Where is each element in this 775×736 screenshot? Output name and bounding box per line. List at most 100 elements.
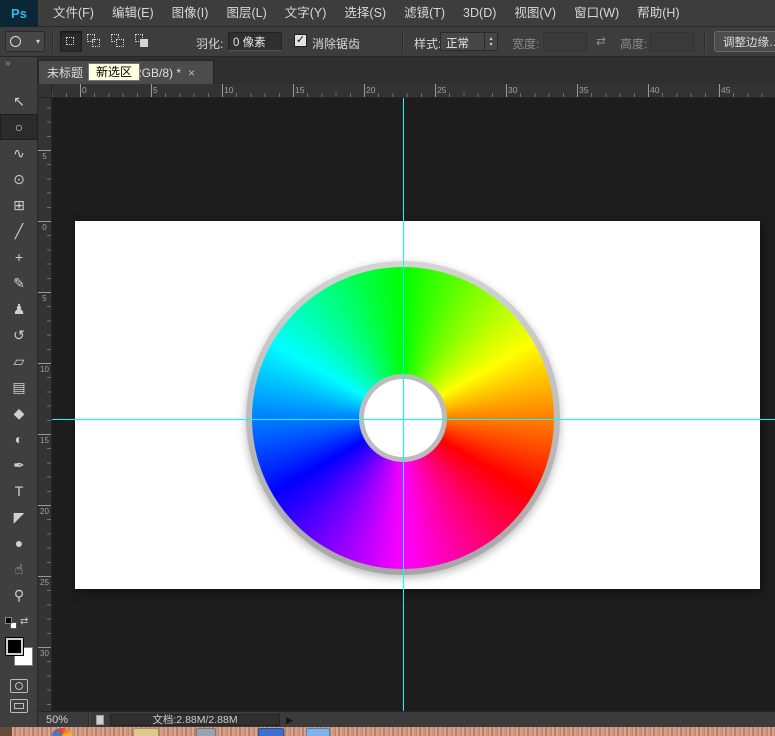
spot-healing-brush-icon: + xyxy=(15,244,23,270)
pen-tool[interactable]: ✒ xyxy=(0,452,38,478)
eraser-tool[interactable]: ▱ xyxy=(0,348,38,374)
feather-input[interactable] xyxy=(228,32,282,51)
move-tool[interactable]: ↖ xyxy=(0,88,38,114)
ruler-number: 20 xyxy=(366,85,375,95)
ellipse-shape-tool[interactable]: ● xyxy=(0,530,38,556)
crop-tool[interactable]: ⊞ xyxy=(0,192,38,218)
options-separator xyxy=(704,30,705,53)
ruler-corner[interactable] xyxy=(38,84,52,98)
document-tab-bar: 未标题 (RGB/8) * × xyxy=(38,57,775,84)
new-selection-button[interactable] xyxy=(60,31,82,52)
refine-edge-button[interactable]: 调整边缘… xyxy=(714,31,775,52)
menu-bar: Ps 文件(F) 编辑(E) 图像(I) 图层(L) 文字(Y) 选择(S) 滤… xyxy=(0,0,775,27)
quick-mask-button[interactable] xyxy=(10,679,28,693)
menu-file[interactable]: 文件(F) xyxy=(44,0,103,26)
menu-filter[interactable]: 滤镜(T) xyxy=(395,0,454,26)
screen-mode-button[interactable] xyxy=(10,699,28,713)
ellipse-shape-icon: ● xyxy=(15,530,23,556)
menu-help[interactable]: 帮助(H) xyxy=(628,0,688,26)
elliptical-marquee-icon xyxy=(10,36,21,47)
default-colors-icon[interactable] xyxy=(5,617,17,629)
gradient-tool[interactable]: ▤ xyxy=(0,374,38,400)
ruler-number: 30 xyxy=(38,649,51,658)
ruler-number: 35 xyxy=(579,85,588,95)
elliptical-marquee-tool[interactable]: ○ xyxy=(0,114,38,140)
menu-items: 文件(F) 编辑(E) 图像(I) 图层(L) 文字(Y) 选择(S) 滤镜(T… xyxy=(44,0,689,26)
zoom-level-field[interactable]: 50% xyxy=(46,713,68,727)
collapse-panel-icon[interactable]: » xyxy=(0,57,37,72)
chevron-down-icon: ▾ xyxy=(36,37,40,46)
colorful-app-icon[interactable] xyxy=(52,728,72,736)
new-selection-icon xyxy=(66,37,74,45)
add-to-selection-button[interactable] xyxy=(84,31,106,52)
spinner-arrows-icon[interactable]: ▴ ▾ xyxy=(484,33,497,50)
clone-stamp-tool[interactable]: ♟ xyxy=(0,296,38,322)
ruler-number: 5 xyxy=(38,152,51,161)
foreground-color-swatch[interactable] xyxy=(5,637,24,656)
menu-type[interactable]: 文字(Y) xyxy=(276,0,336,26)
dodge-icon: ◐ xyxy=(15,426,23,452)
quick-selection-icon: ⊙ xyxy=(13,166,25,192)
vertical-ruler[interactable]: 5 0 5 10 15 20 25 30 xyxy=(38,98,52,711)
zoom-tool[interactable]: ⚲ xyxy=(0,582,38,608)
antialias-checkbox[interactable]: ✓ xyxy=(294,34,307,47)
new-selection-tooltip: 新选区 xyxy=(88,63,140,81)
type-tool[interactable]: T xyxy=(0,478,38,504)
quick-selection-tool[interactable]: ⊙ xyxy=(0,166,38,192)
ruler-number: 25 xyxy=(38,578,51,587)
hand-tool[interactable]: ☝ xyxy=(0,556,38,582)
horizontal-ruler[interactable]: 0 5 10 15 20 25 30 35 40 45 xyxy=(38,84,775,98)
default-fg-square xyxy=(5,617,12,624)
options-bar: ▾ 羽化: ✓ 消除锯齿 样式: 正常 xyxy=(0,27,775,57)
height-input[interactable] xyxy=(650,32,694,51)
menu-edit[interactable]: 编辑(E) xyxy=(103,0,163,26)
ruler-number: 15 xyxy=(295,85,304,95)
ruler-number: 30 xyxy=(508,85,517,95)
tool-preset-picker[interactable]: ▾ xyxy=(5,31,45,52)
document-size-field[interactable]: 文档:2.88M/2.88M xyxy=(110,714,280,726)
dodge-tool[interactable]: ◐ xyxy=(0,426,38,452)
gradient-icon: ▤ xyxy=(12,374,25,400)
subtract-from-selection-button[interactable] xyxy=(108,31,130,52)
blue-app-icon[interactable] xyxy=(258,728,284,736)
vertical-guide[interactable] xyxy=(403,98,404,711)
status-divider xyxy=(88,713,89,727)
blur-tool[interactable]: ◆ xyxy=(0,400,38,426)
menu-window[interactable]: 窗口(W) xyxy=(565,0,628,26)
tool-list: ↖ ○ ∿ ⊙ ⊞ ╱ + ✎ ♟ ↺ ▱ ▤ ◆ ◐ ✒ T ◤ ● ☝ ⚲ xyxy=(0,88,37,608)
width-input[interactable] xyxy=(543,32,587,51)
subtract-from-selection-icon-2 xyxy=(116,39,124,47)
style-dropdown[interactable]: 正常 ▴ ▾ xyxy=(440,32,498,51)
menu-layer[interactable]: 图层(L) xyxy=(217,0,275,26)
status-popup-arrow-icon[interactable]: ▶ xyxy=(286,713,293,727)
elliptical-marquee-icon: ○ xyxy=(15,114,23,140)
status-bar: 50% 文档:2.88M/2.88M ▶ xyxy=(38,711,775,727)
ruler-number: 10 xyxy=(224,85,233,95)
lasso-tool[interactable]: ∿ xyxy=(0,140,38,166)
history-brush-icon: ↺ xyxy=(13,322,25,348)
path-selection-tool[interactable]: ◤ xyxy=(0,504,38,530)
canvas-area[interactable] xyxy=(52,98,775,711)
menu-select[interactable]: 选择(S) xyxy=(335,0,395,26)
eyedropper-tool[interactable]: ╱ xyxy=(0,218,38,244)
menu-3d[interactable]: 3D(D) xyxy=(454,0,505,26)
menu-image[interactable]: 图像(I) xyxy=(163,0,218,26)
history-brush-tool[interactable]: ↺ xyxy=(0,322,38,348)
ruler-number: 25 xyxy=(437,85,446,95)
photoshop-logo-icon[interactable]: Ps xyxy=(0,0,38,27)
style-value: 正常 xyxy=(441,33,484,50)
swap-colors-icon[interactable]: ⇄ xyxy=(20,616,28,627)
close-tab-icon[interactable]: × xyxy=(188,66,195,80)
folder-icon[interactable] xyxy=(133,728,159,736)
ruler-number: 0 xyxy=(38,223,51,232)
gray-app-icon[interactable] xyxy=(196,728,216,736)
menu-view[interactable]: 视图(V) xyxy=(505,0,565,26)
spot-healing-brush-tool[interactable]: + xyxy=(0,244,38,270)
brush-tool[interactable]: ✎ xyxy=(0,270,38,296)
lightblue-app-icon[interactable] xyxy=(306,728,330,736)
document-canvas[interactable] xyxy=(75,221,760,589)
ruler-number: 20 xyxy=(38,507,51,516)
horizontal-guide[interactable] xyxy=(52,419,775,420)
intersect-selection-button[interactable] xyxy=(132,31,154,52)
swap-dimensions-icon[interactable]: ⇄ xyxy=(596,34,606,48)
